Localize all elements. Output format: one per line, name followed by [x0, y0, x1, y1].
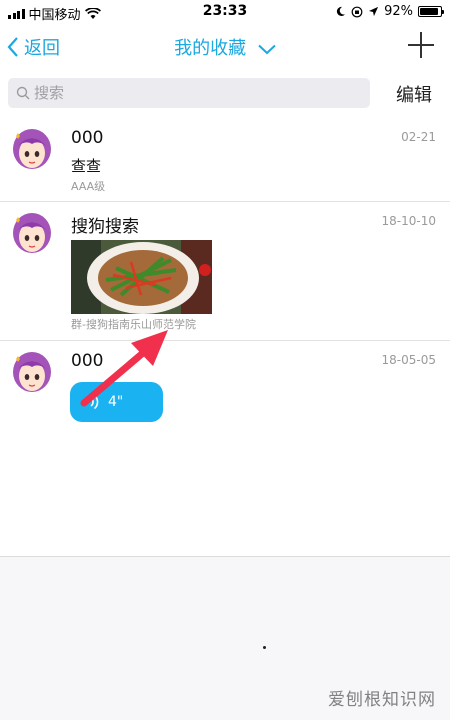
food-image	[71, 240, 212, 314]
edit-button[interactable]: 编辑	[396, 81, 432, 107]
avatar	[13, 213, 51, 253]
sound-wave-icon	[86, 394, 99, 410]
item-text: 查查	[71, 157, 102, 175]
item-date: 18-10-10	[381, 214, 436, 228]
search-icon	[16, 86, 30, 100]
item-title: 000	[71, 128, 104, 148]
page-title: 我的收藏	[174, 38, 247, 59]
search-row: 编辑	[0, 78, 450, 108]
item-date: 18-05-05	[381, 353, 436, 367]
location-icon	[369, 6, 379, 17]
moon-icon	[336, 6, 346, 17]
list-item[interactable]: 000 02-21 查查 AAA级	[0, 118, 450, 202]
list-item[interactable]: 搜狗搜索 18-10-10 群-搜狗指南乐山师范学院	[0, 202, 450, 341]
status-bar: 中国移动 23:33 92%	[0, 0, 450, 24]
voice-message-bubble[interactable]: 4"	[70, 382, 163, 422]
plus-icon[interactable]	[406, 30, 436, 60]
item-title: 000	[71, 351, 104, 371]
item-date: 02-21	[401, 130, 436, 144]
item-source: AAA级	[71, 180, 106, 193]
chevron-down-icon	[258, 44, 276, 54]
bottom-area: 爱刨根知识网	[0, 556, 450, 720]
avatar	[13, 352, 51, 392]
search-box[interactable]	[8, 78, 370, 108]
voice-duration: 4"	[108, 394, 124, 410]
search-input[interactable]	[34, 84, 354, 102]
nav-bar: 返回 我的收藏	[0, 24, 450, 70]
battery-icon	[418, 6, 444, 17]
list-item[interactable]: 000 18-05-05 4"	[0, 341, 450, 436]
watermark: 爱刨根知识网	[328, 690, 436, 710]
orientation-lock-icon	[351, 6, 363, 17]
item-source: 群-搜狗指南乐山师范学院	[71, 318, 196, 331]
item-title: 搜狗搜索	[71, 217, 139, 237]
battery-percent: 92%	[384, 4, 413, 19]
dot-marker	[263, 646, 266, 649]
page-title-dropdown[interactable]: 我的收藏	[0, 34, 450, 60]
avatar	[13, 129, 51, 169]
